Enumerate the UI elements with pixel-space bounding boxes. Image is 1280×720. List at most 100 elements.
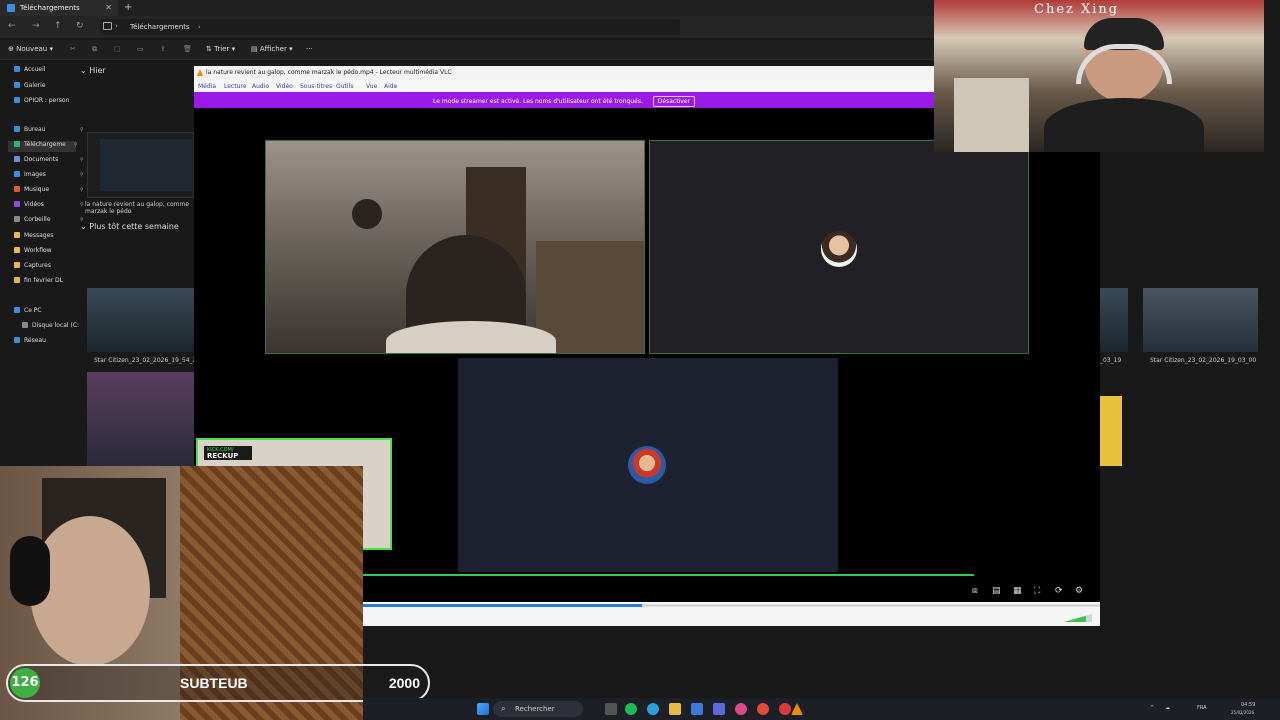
vlc-menu-item[interactable]: Lecture <box>224 83 246 90</box>
frame-icon[interactable]: ⧈ <box>972 586 978 596</box>
sidebar-item[interactable]: Galerie <box>14 82 46 93</box>
folder-icon <box>14 171 20 177</box>
view-button[interactable]: ▤ Afficher ▾ <box>251 45 293 53</box>
participant-video-2 <box>649 140 1029 354</box>
sidebar-item-label: fin fevrier DL <box>24 277 64 284</box>
settings-icon[interactable]: ⚙ <box>1075 586 1083 596</box>
vlc-menu-item[interactable]: Sous-titres <box>300 83 332 90</box>
pin-icon[interactable]: ⚲ <box>80 202 84 208</box>
sub-goal-target: 2000 <box>388 675 420 691</box>
folder-icon <box>14 216 20 222</box>
group-header-yesterday[interactable]: ⌄ Hier <box>80 66 106 75</box>
sidebar-item[interactable]: Images ⚲ <box>14 171 84 182</box>
vlc-menu-item[interactable]: Audio <box>252 83 269 90</box>
copy-icon[interactable]: ⧉ <box>92 45 97 54</box>
sidebar-item-label: Messages <box>24 232 54 239</box>
sub-goal-bar: 126 SUBTEUB 2000 <box>6 664 430 702</box>
spotify-icon[interactable] <box>625 703 637 715</box>
share-icon[interactable]: ⇪ <box>160 45 166 53</box>
sub-goal-name: SUBTEUB <box>180 675 248 691</box>
breadcrumb[interactable]: › Téléchargements › <box>100 19 680 35</box>
fullscreen-icon[interactable]: ⛶ <box>1034 586 1040 596</box>
sidebar-item[interactable]: Réseau <box>14 337 46 348</box>
pin-icon[interactable]: ⚲ <box>74 142 78 148</box>
vlc-menu-item[interactable]: Vue <box>366 83 377 90</box>
taskbar-search[interactable]: ⌕ Rechercher <box>493 701 583 717</box>
task-view-icon[interactable] <box>605 703 617 715</box>
vlc-menu-item[interactable]: Média <box>198 83 216 90</box>
tab-downloads[interactable]: Téléchargements ✕ <box>0 0 118 16</box>
sidebar-item[interactable]: Musique ⚲ <box>14 186 84 197</box>
file-thumbnail[interactable] <box>87 372 194 466</box>
app-icon[interactable] <box>713 703 725 715</box>
playlist-icon[interactable]: ▤ <box>992 586 1001 596</box>
taskbar: ⌕ Rechercher ^ ☁ FRA 04:59 25/02/2026 <box>363 698 1280 720</box>
cut-icon[interactable]: ✂ <box>70 45 76 53</box>
sidebar-item[interactable]: Bureau ⚲ <box>14 126 84 137</box>
app-icon[interactable] <box>735 703 747 715</box>
windows-start-icon[interactable] <box>477 703 489 715</box>
chevron-right-icon: › <box>115 22 118 30</box>
file-thumbnail[interactable] <box>1143 288 1258 352</box>
sidebar-item[interactable]: Ce PC <box>14 307 42 318</box>
app-icon[interactable] <box>691 703 703 715</box>
file-thumbnail[interactable] <box>1100 396 1122 466</box>
clock-date[interactable]: 25/02/2026 <box>1231 710 1254 715</box>
paste-icon[interactable]: ▢ <box>114 45 121 53</box>
sidebar-item[interactable]: Vidéos ⚲ <box>14 201 84 212</box>
sidebar-item[interactable]: OPIOR : person <box>14 97 69 108</box>
sidebar-item[interactable]: Captures <box>14 262 51 273</box>
app-icon[interactable] <box>779 703 791 715</box>
up-icon[interactable]: ↑ <box>54 21 62 31</box>
sort-button[interactable]: ⇅ Trier ▾ <box>206 45 235 53</box>
pin-icon[interactable]: ⚲ <box>80 187 84 193</box>
delete-icon[interactable]: 🗑 <box>183 45 192 53</box>
sidebar-item[interactable]: fin fevrier DL <box>14 277 63 288</box>
file-explorer-icon[interactable] <box>669 703 681 715</box>
sidebar-item[interactable]: Corbeille ⚲ <box>14 216 84 227</box>
sidebar-item[interactable]: Workflow <box>14 247 52 258</box>
refresh-icon[interactable]: ↻ <box>76 21 84 31</box>
file-caption: _03_19 <box>1100 357 1122 364</box>
vlc-title: la nature revient au galop, comme marzak… <box>206 69 452 76</box>
file-thumbnail[interactable] <box>1100 288 1128 352</box>
disable-streamer-button[interactable]: Désactiver <box>652 96 695 107</box>
folder-icon <box>7 4 15 12</box>
pin-icon[interactable]: ⚲ <box>80 172 84 178</box>
back-icon[interactable]: ← <box>8 21 16 31</box>
participant-avatar <box>628 446 666 484</box>
vlc-menu-item[interactable]: Aide <box>384 83 397 90</box>
seek-bar[interactable] <box>362 602 1100 626</box>
pin-icon[interactable]: ⚲ <box>80 157 84 163</box>
chevron-up-icon[interactable]: ^ <box>1150 705 1154 711</box>
sidebar-item[interactable]: Accueil <box>14 66 45 77</box>
plus-icon[interactable]: + <box>124 2 132 13</box>
sidebar-item-label: Accueil <box>24 66 46 73</box>
sidebar-item[interactable]: Disque local (C: <box>22 322 79 333</box>
extended-icon[interactable]: ▦ <box>1013 586 1022 596</box>
vlc-menu-item[interactable]: Outils <box>336 83 353 90</box>
cloud-icon[interactable]: ☁ <box>1165 705 1170 711</box>
file-thumbnail[interactable] <box>87 288 194 352</box>
volume-slider[interactable] <box>1064 614 1092 622</box>
sidebar-item[interactable]: Téléchargeme ⚲ <box>8 141 78 152</box>
more-icon[interactable]: ··· <box>306 45 313 53</box>
thumbnail-preview <box>100 139 192 191</box>
pin-icon[interactable]: ⚲ <box>80 127 84 133</box>
close-icon[interactable]: ✕ <box>105 3 112 12</box>
file-thumbnail[interactable] <box>87 132 194 198</box>
clock-time[interactable]: 04:59 <box>1241 702 1255 708</box>
folder-icon <box>14 66 20 72</box>
vlc-icon[interactable] <box>791 703 803 715</box>
forward-icon[interactable]: → <box>32 21 40 31</box>
loop-icon[interactable]: ⟳ <box>1055 586 1063 596</box>
vlc-menu-item[interactable]: Vidéo <box>276 83 293 90</box>
browser-icon[interactable] <box>757 703 769 715</box>
sidebar-item[interactable]: Messages <box>14 232 53 243</box>
chrome-icon[interactable] <box>647 703 659 715</box>
group-header-earlier[interactable]: ⌄ Plus tôt cette semaine <box>80 222 179 231</box>
new-button[interactable]: ⊕ Nouveau ▾ <box>8 45 53 53</box>
lang-indicator[interactable]: FRA <box>1197 705 1207 711</box>
sidebar-item[interactable]: Documents ⚲ <box>14 156 84 167</box>
rename-icon[interactable]: ▭ <box>137 45 144 53</box>
